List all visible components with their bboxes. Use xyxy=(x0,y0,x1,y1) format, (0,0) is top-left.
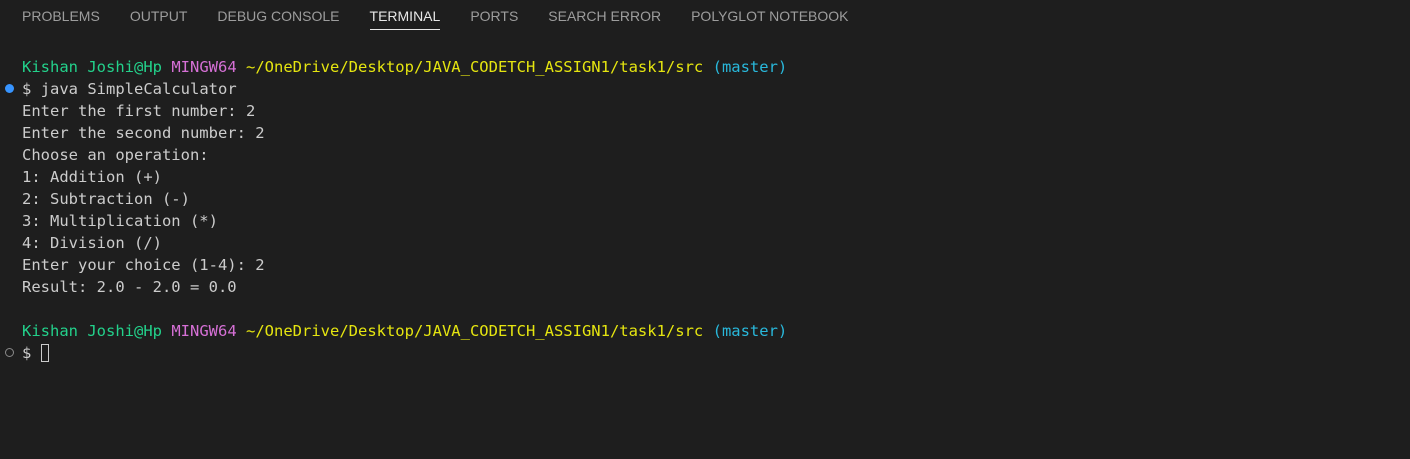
tab-polyglot-notebook[interactable]: POLYGLOT NOTEBOOK xyxy=(691,0,848,29)
prompt-user-host: Kishan Joshi@Hp xyxy=(22,322,162,340)
output-line: Enter the first number: 2 xyxy=(22,102,256,120)
prompt-msys: MINGW64 xyxy=(171,58,237,76)
terminal-output[interactable]: Kishan Joshi@Hp MINGW64 ~/OneDrive/Deskt… xyxy=(0,56,1410,364)
prompt-line: Kishan Joshi@Hp MINGW64 ~/OneDrive/Deskt… xyxy=(0,56,1410,78)
tab-search-error[interactable]: SEARCH ERROR xyxy=(548,0,661,29)
command-text: java SimpleCalculator xyxy=(40,80,237,98)
output-line: 1: Addition (+) xyxy=(22,168,162,186)
output-line: Result: 2.0 - 2.0 = 0.0 xyxy=(22,278,237,296)
panel-tabs: PROBLEMS OUTPUT DEBUG CONSOLE TERMINAL P… xyxy=(0,0,879,32)
prompt-user-host: Kishan Joshi@Hp xyxy=(22,58,162,76)
tab-debug-console[interactable]: DEBUG CONSOLE xyxy=(217,0,339,29)
prompt-path: ~/OneDrive/Desktop/JAVA_CODETCH_ASSIGN1/… xyxy=(246,58,704,76)
output-line: Enter your choice (1-4): 2 xyxy=(22,256,265,274)
terminal-panel: PROBLEMS OUTPUT DEBUG CONSOLE TERMINAL P… xyxy=(0,0,1410,459)
output-line: 3: Multiplication (*) xyxy=(22,212,218,230)
command-pending-marker-icon[interactable] xyxy=(5,348,14,357)
tab-output[interactable]: OUTPUT xyxy=(130,0,188,29)
prompt-path: ~/OneDrive/Desktop/JAVA_CODETCH_ASSIGN1/… xyxy=(246,322,704,340)
prompt-branch: (master) xyxy=(712,322,788,340)
output-line: 2: Subtraction (-) xyxy=(22,190,190,208)
command-success-marker-icon[interactable] xyxy=(5,84,14,93)
output-line: 4: Division (/) xyxy=(22,234,162,252)
prompt-symbol: $ xyxy=(22,344,32,362)
input-line[interactable]: $ xyxy=(0,342,1410,364)
tab-terminal[interactable]: TERMINAL xyxy=(369,0,441,30)
tab-ports[interactable]: PORTS xyxy=(470,0,518,29)
terminal-cursor xyxy=(40,344,49,362)
prompt-symbol: $ xyxy=(22,80,32,98)
command-line: $ java SimpleCalculator xyxy=(0,78,1410,100)
output-line: Enter the second number: 2 xyxy=(22,124,265,142)
prompt-msys: MINGW64 xyxy=(171,322,237,340)
prompt-line: Kishan Joshi@Hp MINGW64 ~/OneDrive/Deskt… xyxy=(0,320,1410,342)
tab-problems[interactable]: PROBLEMS xyxy=(22,0,100,29)
prompt-branch: (master) xyxy=(712,58,788,76)
output-line: Choose an operation: xyxy=(22,146,209,164)
